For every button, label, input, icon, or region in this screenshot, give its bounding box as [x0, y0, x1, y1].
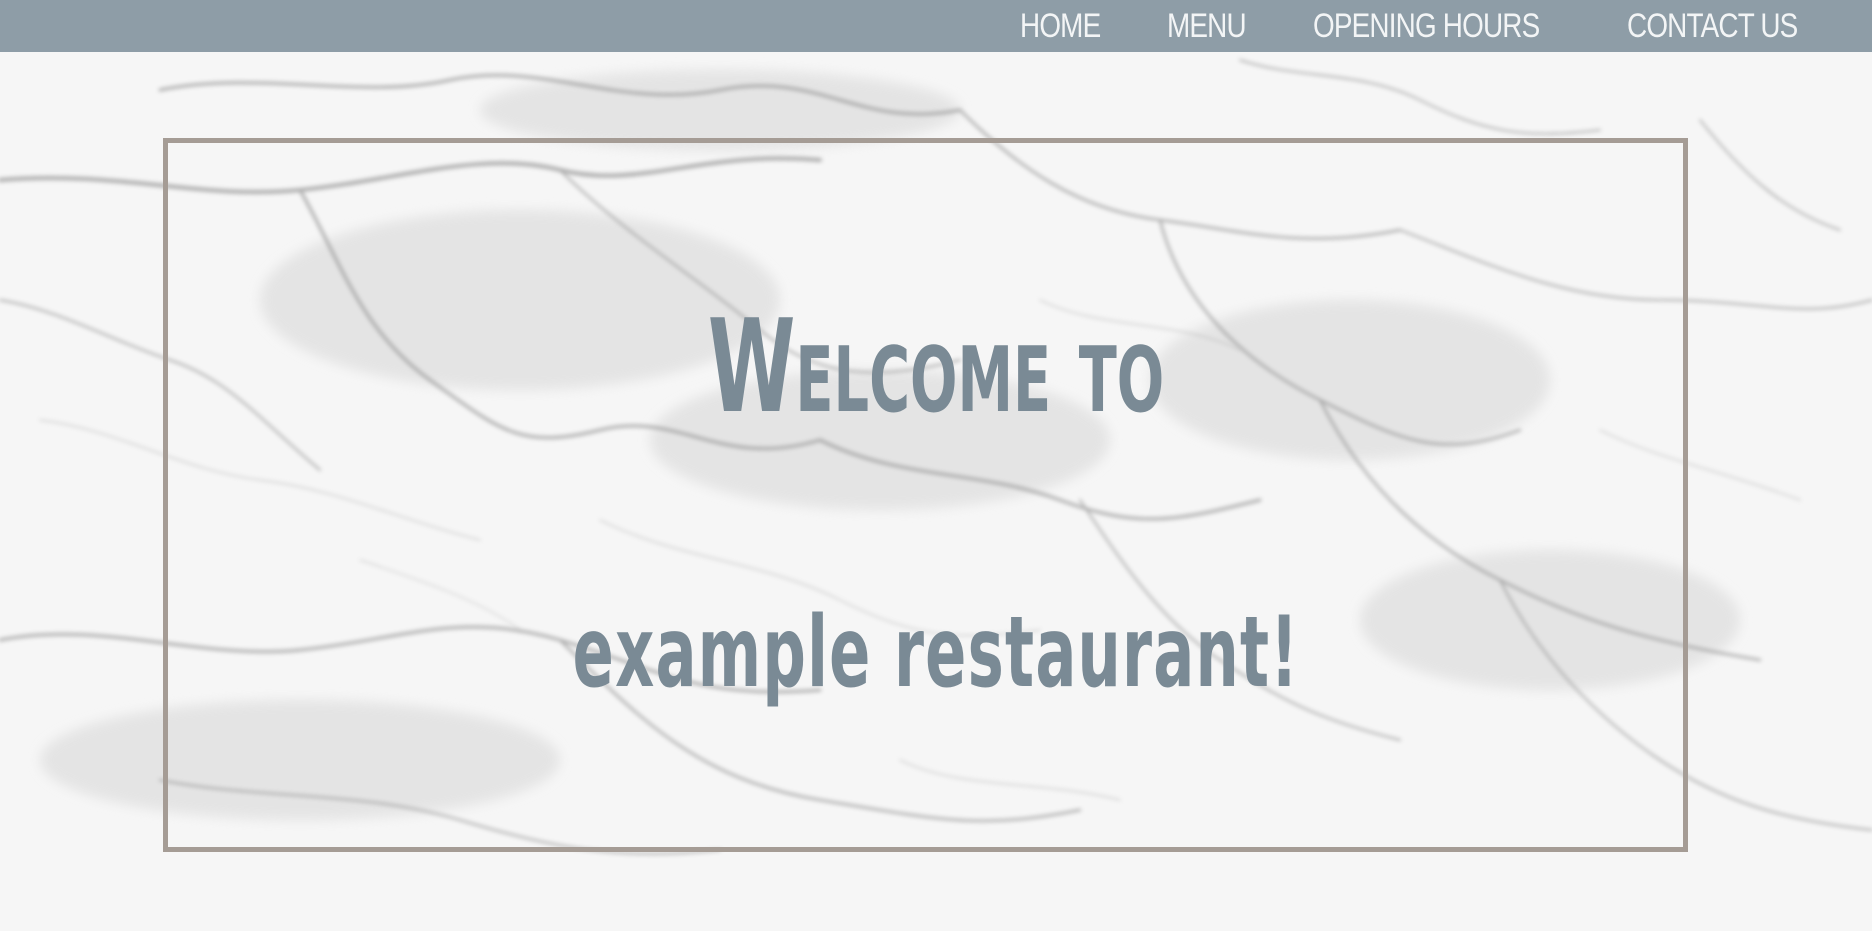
- hero-title-line-2: example restaurant!: [0, 588, 1872, 718]
- hero-title-line-1-text: Welcome to: [707, 293, 1165, 442]
- hero-title-line-2-text: example restaurant!: [572, 596, 1300, 710]
- top-navbar: HOME MENU OPENING HOURS CONTACT US: [0, 0, 1872, 52]
- nav-link-home[interactable]: HOME: [1020, 0, 1101, 52]
- hero-title-line-1: Welcome to: [0, 288, 1872, 448]
- nav-link-menu[interactable]: MENU: [1167, 0, 1247, 52]
- hero-frame: [163, 138, 1688, 852]
- nav-link-opening-hours[interactable]: OPENING HOURS: [1313, 0, 1540, 52]
- nav-link-contact-us[interactable]: CONTACT US: [1627, 0, 1798, 52]
